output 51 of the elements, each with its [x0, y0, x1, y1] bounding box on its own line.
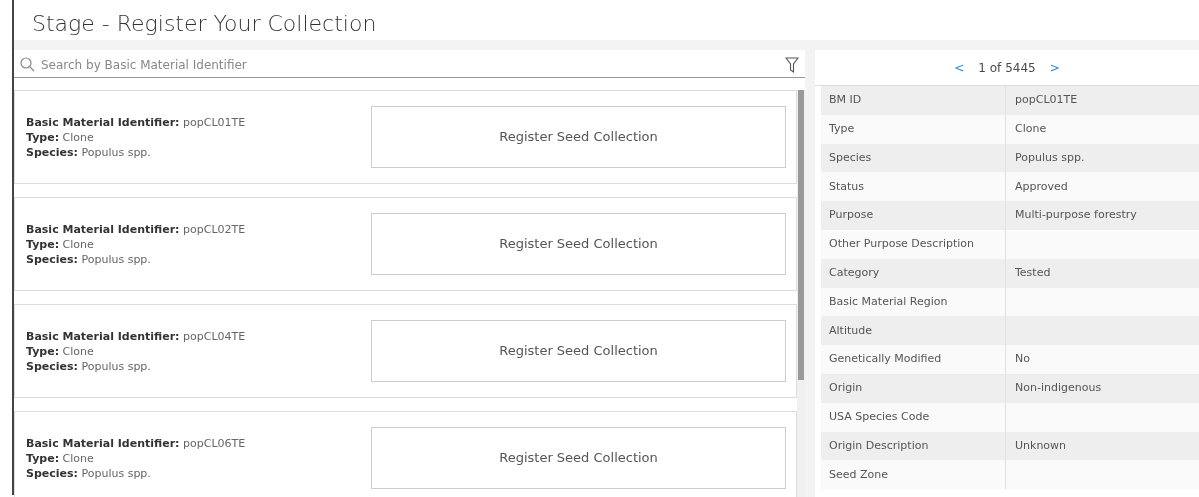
detail-value: Multi-purpose forestry [1014, 207, 1137, 224]
detail-label: BM ID [829, 92, 862, 109]
record-field: Basic Material Identifier: popCL04TE [26, 328, 371, 344]
detail-label: Species [829, 149, 872, 166]
record-field: Basic Material Identifier: popCL06TE [26, 435, 371, 451]
register-button[interactable]: Register Seed Collection [371, 320, 786, 382]
detail-value: Populus spp. [1014, 149, 1085, 166]
record-field: Type: Clone [26, 450, 371, 466]
page-counter: 1 of 5445 [978, 59, 1036, 77]
detail-label: Origin Description [829, 437, 929, 454]
previous-button[interactable]: < [954, 58, 965, 77]
detail-label: USA Species Code [829, 408, 930, 425]
scrollbar-thumb[interactable] [798, 90, 804, 380]
record-field: Type: Clone [26, 343, 371, 359]
next-button[interactable]: > [1049, 58, 1060, 77]
record-field: Type: Clone [26, 236, 371, 252]
record-field: Basic Material Identifier: popCL02TE [26, 221, 371, 237]
detail-label: Type [829, 120, 855, 137]
record-card[interactable]: Basic Material Identifier: popCL04TE Type: Clone Species: Populus spp. Register Seed Collection [14, 304, 797, 398]
register-button[interactable]: Register Seed Collection [371, 106, 786, 168]
detail-value: Unknown [1014, 437, 1067, 454]
detail-label: Purpose [829, 207, 874, 224]
detail-value: Non-indigenous [1014, 380, 1102, 397]
search-field[interactable]: Search by Basic Material Identifier [35, 54, 785, 75]
detail-value: Clone [1014, 120, 1047, 137]
detail-label: Genetically Modified [829, 351, 942, 368]
detail-value: popCL01TE [1014, 92, 1078, 109]
detail-value: Approved [1014, 178, 1068, 195]
filter-icon[interactable] [785, 56, 799, 73]
search-icon [20, 57, 35, 72]
record-field: Species: Populus spp. [26, 251, 371, 267]
detail-label: Altitude [829, 322, 872, 339]
detail-value: No [1014, 351, 1030, 368]
record-card[interactable]: Basic Material Identifier: popCL01TE Type: Clone Species: Populus spp. Register Seed Collection [14, 90, 797, 184]
register-button[interactable]: Register Seed Collection [371, 213, 786, 275]
record-field: Species: Populus spp. [26, 465, 371, 481]
record-field: Basic Material Identifier: popCL01TE [26, 114, 371, 130]
page-title: Stage - Register Your Collection [32, 10, 377, 37]
detail-label: Category [829, 264, 880, 281]
detail-label: Origin [829, 380, 863, 397]
register-button[interactable]: Register Seed Collection [371, 427, 786, 489]
record-card[interactable]: Basic Material Identifier: popCL02TE Type: Clone Species: Populus spp. Register Seed Collection [14, 197, 797, 291]
detail-label: Other Purpose Description [829, 236, 975, 253]
detail-label: Status [829, 178, 865, 195]
record-card[interactable]: Basic Material Identifier: popCL06TE Type: Clone Species: Populus spp. Register Seed Collection [14, 411, 797, 497]
record-field: Type: Clone [26, 129, 371, 145]
detail-label: Seed Zone [829, 466, 888, 483]
record-field: Species: Populus spp. [26, 358, 371, 374]
detail-value: Tested [1014, 264, 1051, 281]
detail-label: Basic Material Region [829, 293, 948, 310]
record-field: Species: Populus spp. [26, 144, 371, 160]
